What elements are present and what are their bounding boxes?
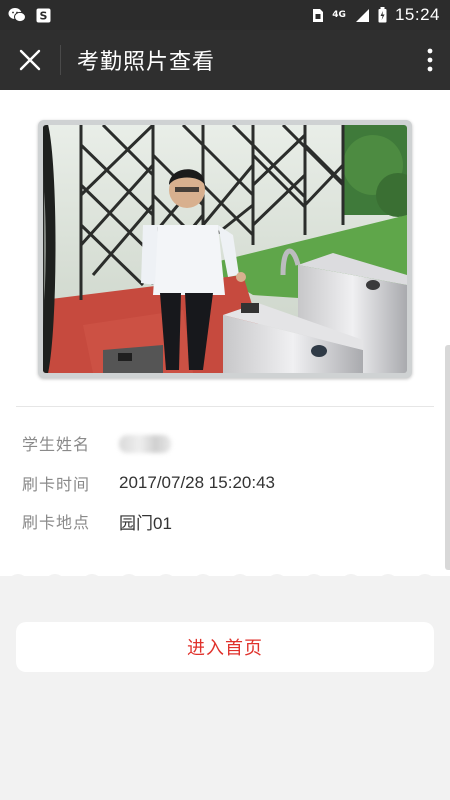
more-button[interactable] xyxy=(410,30,450,90)
title-divider xyxy=(60,45,61,75)
wechat-icon xyxy=(8,7,26,23)
attendance-card: 学生姓名 刷卡时间 2017/07/28 15:20:43 刷卡地点 园门01 xyxy=(0,90,450,576)
s-app-icon: S xyxy=(36,8,51,23)
clock: 15:24 xyxy=(394,5,440,24)
card-divider xyxy=(16,406,434,407)
redacted-name xyxy=(119,434,171,453)
battery-icon xyxy=(378,7,387,23)
swipe-location-value: 园门01 xyxy=(119,513,172,533)
swipe-time-label: 刷卡时间 xyxy=(22,475,91,494)
enter-home-button[interactable]: 进入首页 xyxy=(16,622,434,672)
swipe-time-row: 刷卡时间 2017/07/28 15:20:43 xyxy=(22,470,275,496)
status-bar: S 4G 15:24 xyxy=(0,0,450,30)
student-name-value xyxy=(119,433,171,453)
student-name-label: 学生姓名 xyxy=(22,435,91,454)
swipe-location-row: 刷卡地点 园门01 xyxy=(22,508,172,534)
card-scallop-edge xyxy=(0,574,450,586)
signal-icon xyxy=(354,8,370,23)
close-icon xyxy=(19,49,41,71)
student-name-row: 学生姓名 xyxy=(22,430,171,456)
photo-frame xyxy=(38,120,412,378)
title-bar: 考勤照片查看 xyxy=(0,30,450,90)
swipe-time-value: 2017/07/28 15:20:43 xyxy=(119,473,275,492)
svg-text:S: S xyxy=(40,9,48,22)
page-title: 考勤照片查看 xyxy=(77,50,216,75)
status-left: S xyxy=(8,7,51,23)
close-button[interactable] xyxy=(0,30,60,90)
network-type: 4G xyxy=(332,9,346,20)
attendance-photo[interactable] xyxy=(43,125,407,373)
side-drag-handle[interactable] xyxy=(445,345,450,570)
sim-icon xyxy=(312,8,324,23)
swipe-location-label: 刷卡地点 xyxy=(22,513,91,532)
more-vertical-icon xyxy=(427,48,433,72)
status-right: 4G 15:24 xyxy=(312,5,440,25)
